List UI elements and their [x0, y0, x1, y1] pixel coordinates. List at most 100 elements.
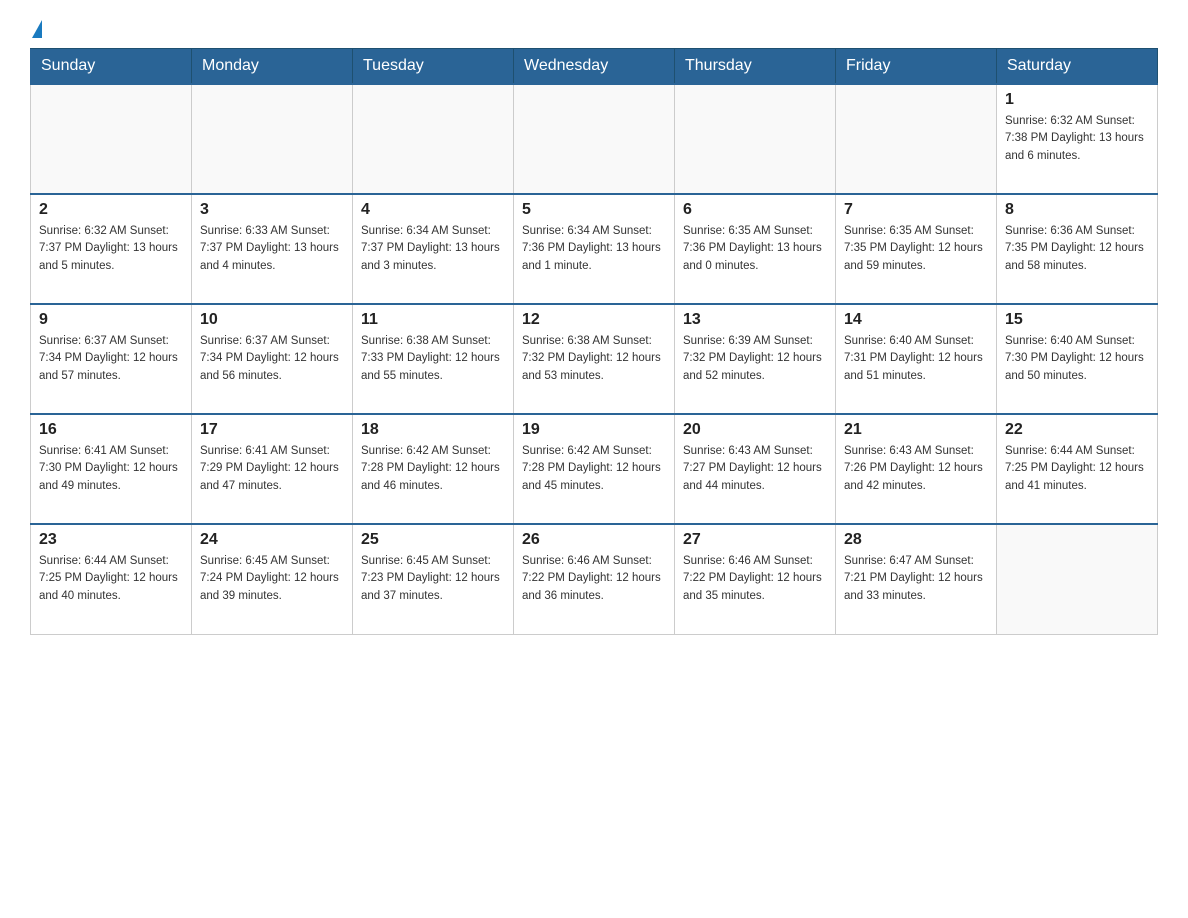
calendar-cell: 15 Sunrise: 6:40 AM Sunset: 7:30 PM Dayli…: [997, 304, 1158, 414]
logo-triangle-icon: [32, 20, 42, 38]
calendar-cell: 26 Sunrise: 6:46 AM Sunset: 7:22 PM Dayli…: [514, 524, 675, 634]
day-info: Sunrise: 6:40 AM Sunset: 7:30 PM Dayligh…: [1005, 333, 1149, 385]
day-number: 4: [361, 201, 505, 219]
day-number: 1: [1005, 91, 1149, 109]
day-info: Sunrise: 6:42 AM Sunset: 7:28 PM Dayligh…: [522, 443, 666, 495]
day-number: 6: [683, 201, 827, 219]
calendar-cell: [836, 84, 997, 194]
day-info: Sunrise: 6:37 AM Sunset: 7:34 PM Dayligh…: [39, 333, 183, 385]
calendar-cell: 16 Sunrise: 6:41 AM Sunset: 7:30 PM Dayli…: [31, 414, 192, 524]
day-info: Sunrise: 6:32 AM Sunset: 7:37 PM Dayligh…: [39, 223, 183, 275]
day-number: 2: [39, 201, 183, 219]
day-info: Sunrise: 6:41 AM Sunset: 7:30 PM Dayligh…: [39, 443, 183, 495]
calendar-cell: 19 Sunrise: 6:42 AM Sunset: 7:28 PM Dayli…: [514, 414, 675, 524]
day-info: Sunrise: 6:45 AM Sunset: 7:23 PM Dayligh…: [361, 553, 505, 605]
day-info: Sunrise: 6:42 AM Sunset: 7:28 PM Dayligh…: [361, 443, 505, 495]
calendar-cell: 2 Sunrise: 6:32 AM Sunset: 7:37 PM Daylig…: [31, 194, 192, 304]
calendar-cell: 12 Sunrise: 6:38 AM Sunset: 7:32 PM Dayli…: [514, 304, 675, 414]
calendar-week-row: 2 Sunrise: 6:32 AM Sunset: 7:37 PM Daylig…: [31, 194, 1158, 304]
calendar-cell: 3 Sunrise: 6:33 AM Sunset: 7:37 PM Daylig…: [192, 194, 353, 304]
calendar-cell: [31, 84, 192, 194]
day-number: 5: [522, 201, 666, 219]
day-number: 18: [361, 421, 505, 439]
day-number: 3: [200, 201, 344, 219]
calendar-cell: [192, 84, 353, 194]
day-number: 12: [522, 311, 666, 329]
calendar-cell: [997, 524, 1158, 634]
calendar-cell: 20 Sunrise: 6:43 AM Sunset: 7:27 PM Dayli…: [675, 414, 836, 524]
calendar-cell: 6 Sunrise: 6:35 AM Sunset: 7:36 PM Daylig…: [675, 194, 836, 304]
day-number: 21: [844, 421, 988, 439]
day-number: 25: [361, 531, 505, 549]
day-number: 19: [522, 421, 666, 439]
day-info: Sunrise: 6:33 AM Sunset: 7:37 PM Dayligh…: [200, 223, 344, 275]
calendar-cell: 9 Sunrise: 6:37 AM Sunset: 7:34 PM Daylig…: [31, 304, 192, 414]
calendar-cell: [514, 84, 675, 194]
day-of-week-header: Wednesday: [514, 49, 675, 85]
calendar-cell: 11 Sunrise: 6:38 AM Sunset: 7:33 PM Dayli…: [353, 304, 514, 414]
calendar-table: SundayMondayTuesdayWednesdayThursdayFrid…: [30, 48, 1158, 635]
calendar-cell: [353, 84, 514, 194]
day-number: 7: [844, 201, 988, 219]
day-info: Sunrise: 6:40 AM Sunset: 7:31 PM Dayligh…: [844, 333, 988, 385]
calendar-cell: 13Sunrise: 6:39 AM Sunset: 7:32 PM Dayli…: [675, 304, 836, 414]
day-number: 10: [200, 311, 344, 329]
calendar-cell: 21 Sunrise: 6:43 AM Sunset: 7:26 PM Dayli…: [836, 414, 997, 524]
day-number: 27: [683, 531, 827, 549]
calendar-cell: 28 Sunrise: 6:47 AM Sunset: 7:21 PM Dayli…: [836, 524, 997, 634]
day-number: 28: [844, 531, 988, 549]
day-info: Sunrise: 6:46 AM Sunset: 7:22 PM Dayligh…: [683, 553, 827, 605]
calendar-cell: 27 Sunrise: 6:46 AM Sunset: 7:22 PM Dayli…: [675, 524, 836, 634]
day-info: Sunrise: 6:38 AM Sunset: 7:33 PM Dayligh…: [361, 333, 505, 385]
day-info: Sunrise: 6:44 AM Sunset: 7:25 PM Dayligh…: [1005, 443, 1149, 495]
day-number: 15: [1005, 311, 1149, 329]
calendar-cell: 18 Sunrise: 6:42 AM Sunset: 7:28 PM Dayli…: [353, 414, 514, 524]
day-of-week-header: Sunday: [31, 49, 192, 85]
day-number: 17: [200, 421, 344, 439]
day-of-week-header: Saturday: [997, 49, 1158, 85]
day-number: 24: [200, 531, 344, 549]
calendar-cell: 1 Sunrise: 6:32 AM Sunset: 7:38 PM Daylig…: [997, 84, 1158, 194]
day-number: 20: [683, 421, 827, 439]
day-info: Sunrise: 6:38 AM Sunset: 7:32 PM Dayligh…: [522, 333, 666, 385]
day-of-week-header: Monday: [192, 49, 353, 85]
day-info: Sunrise: 6:35 AM Sunset: 7:35 PM Dayligh…: [844, 223, 988, 275]
day-number: 26: [522, 531, 666, 549]
calendar-cell: 24Sunrise: 6:45 AM Sunset: 7:24 PM Dayli…: [192, 524, 353, 634]
day-info: Sunrise: 6:44 AM Sunset: 7:25 PM Dayligh…: [39, 553, 183, 605]
day-info: Sunrise: 6:47 AM Sunset: 7:21 PM Dayligh…: [844, 553, 988, 605]
calendar-cell: [675, 84, 836, 194]
day-info: Sunrise: 6:35 AM Sunset: 7:36 PM Dayligh…: [683, 223, 827, 275]
calendar-week-row: 23Sunrise: 6:44 AM Sunset: 7:25 PM Dayli…: [31, 524, 1158, 634]
calendar-cell: 7 Sunrise: 6:35 AM Sunset: 7:35 PM Daylig…: [836, 194, 997, 304]
calendar-cell: 17Sunrise: 6:41 AM Sunset: 7:29 PM Dayli…: [192, 414, 353, 524]
calendar-cell: 10 Sunrise: 6:37 AM Sunset: 7:34 PM Dayli…: [192, 304, 353, 414]
logo: [30, 20, 42, 38]
day-info: Sunrise: 6:37 AM Sunset: 7:34 PM Dayligh…: [200, 333, 344, 385]
day-number: 22: [1005, 421, 1149, 439]
day-info: Sunrise: 6:32 AM Sunset: 7:38 PM Dayligh…: [1005, 113, 1149, 165]
day-of-week-header: Thursday: [675, 49, 836, 85]
day-info: Sunrise: 6:34 AM Sunset: 7:37 PM Dayligh…: [361, 223, 505, 275]
day-info: Sunrise: 6:46 AM Sunset: 7:22 PM Dayligh…: [522, 553, 666, 605]
day-number: 13: [683, 311, 827, 329]
day-info: Sunrise: 6:43 AM Sunset: 7:27 PM Dayligh…: [683, 443, 827, 495]
calendar-cell: 14 Sunrise: 6:40 AM Sunset: 7:31 PM Dayli…: [836, 304, 997, 414]
day-number: 14: [844, 311, 988, 329]
calendar-week-row: 16 Sunrise: 6:41 AM Sunset: 7:30 PM Dayli…: [31, 414, 1158, 524]
day-of-week-header: Tuesday: [353, 49, 514, 85]
calendar-header-row: SundayMondayTuesdayWednesdayThursdayFrid…: [31, 49, 1158, 85]
calendar-cell: 8 Sunrise: 6:36 AM Sunset: 7:35 PM Daylig…: [997, 194, 1158, 304]
calendar-cell: 4 Sunrise: 6:34 AM Sunset: 7:37 PM Daylig…: [353, 194, 514, 304]
day-info: Sunrise: 6:34 AM Sunset: 7:36 PM Dayligh…: [522, 223, 666, 275]
day-number: 16: [39, 421, 183, 439]
calendar-week-row: 9 Sunrise: 6:37 AM Sunset: 7:34 PM Daylig…: [31, 304, 1158, 414]
day-info: Sunrise: 6:36 AM Sunset: 7:35 PM Dayligh…: [1005, 223, 1149, 275]
day-number: 8: [1005, 201, 1149, 219]
day-of-week-header: Friday: [836, 49, 997, 85]
day-number: 9: [39, 311, 183, 329]
day-info: Sunrise: 6:43 AM Sunset: 7:26 PM Dayligh…: [844, 443, 988, 495]
calendar-cell: 5 Sunrise: 6:34 AM Sunset: 7:36 PM Daylig…: [514, 194, 675, 304]
calendar-cell: 25 Sunrise: 6:45 AM Sunset: 7:23 PM Dayli…: [353, 524, 514, 634]
day-number: 11: [361, 311, 505, 329]
